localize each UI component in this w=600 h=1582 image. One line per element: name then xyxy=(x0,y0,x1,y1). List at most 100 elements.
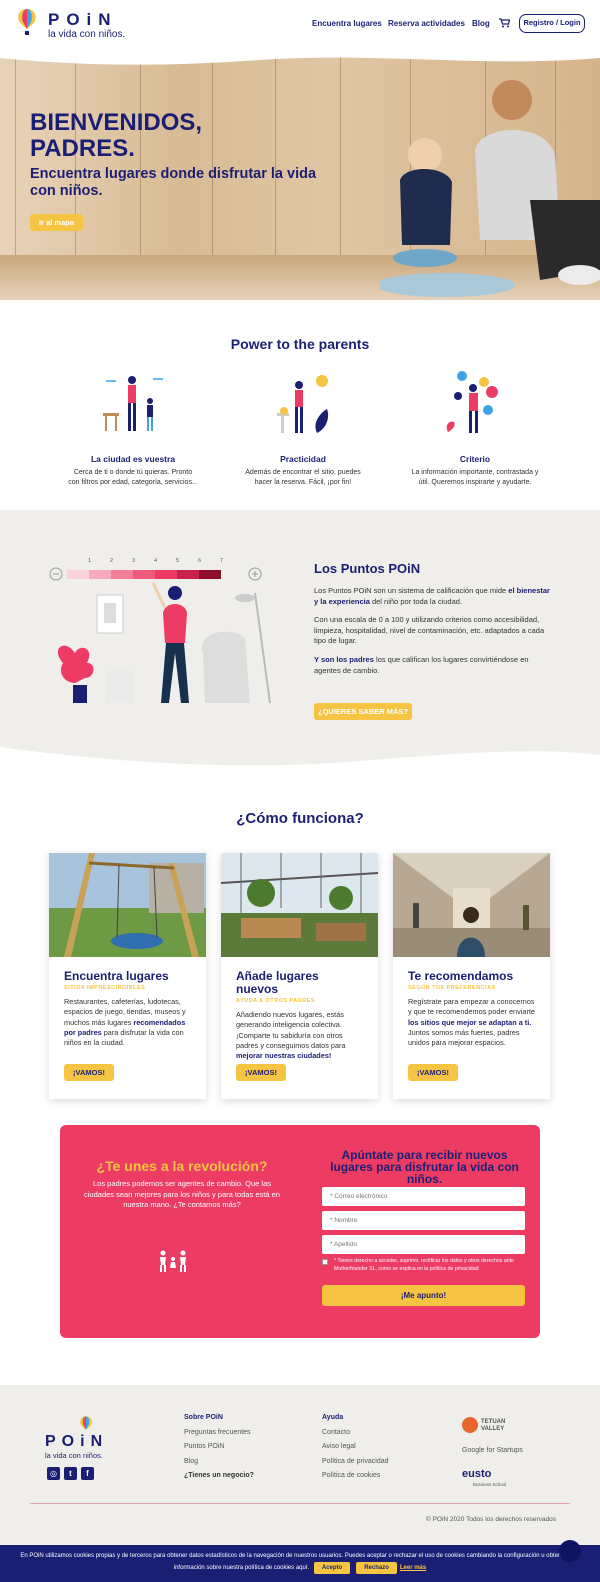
card-add-places-sub: AYUDA A OTROS PADRES xyxy=(236,998,316,1004)
feature-practical-title: Practicidad xyxy=(280,454,326,464)
footer-link-legal[interactable]: Aviso legal xyxy=(322,1443,356,1450)
puntos-title: Los Puntos POiN xyxy=(314,561,421,576)
cookie-banner: En POiN utilizamos cookies propias y de … xyxy=(0,1545,600,1582)
logo[interactable]: POiN la vida con niños. xyxy=(15,8,125,41)
map-button[interactable]: Ir al mapa xyxy=(30,214,83,231)
card-recommend-sub: SEGÚN TUS PREFERENCIAS xyxy=(408,985,496,991)
feature-criteria-text: La información importante, contrastada y… xyxy=(411,469,539,486)
partner-google: Google for Startups xyxy=(462,1447,523,1454)
puntos-bottom-wave xyxy=(0,747,600,780)
privacy-legal-text: * Tienes derecho a acceder, suprimir, re… xyxy=(334,1258,514,1272)
card-find-places: Encuentra lugares SITIOS IMPRESCINDIBLES… xyxy=(49,853,206,1099)
card-add-places-title: Añade lugares nuevos xyxy=(236,969,319,996)
puntos-paragraph-3: Y son los padres los que califican los l… xyxy=(314,655,529,675)
card-find-places-button[interactable]: ¡VAMOS! xyxy=(64,1064,114,1081)
footer-link-puntos[interactable]: Puntos POiN xyxy=(184,1443,224,1450)
balloon-icon xyxy=(80,1416,92,1430)
brand-name: POiN xyxy=(48,10,118,29)
newsletter-section: ¿Te unes a la revolución? Los padres pod… xyxy=(60,1125,540,1338)
balloon-icon xyxy=(18,9,36,35)
tetuan-valley-logo-icon xyxy=(462,1417,478,1433)
nav-find-places[interactable]: Encuentra lugares xyxy=(312,19,382,28)
site-header: POiN la vida con niños. Encuentra lugare… xyxy=(0,0,600,48)
puntos-illustration xyxy=(49,567,271,704)
subscribe-button[interactable]: ¡Me apunto! xyxy=(322,1285,525,1306)
instagram-icon[interactable]: ◎ xyxy=(47,1467,60,1480)
feature-practical-text: Además de encontrar el sitio, puedes hac… xyxy=(245,469,361,486)
feature-criteria: Criterio La información importante, cont… xyxy=(410,454,540,487)
scale-label: 1 xyxy=(88,558,92,564)
puntos-paragraph-1: Los Puntos POiN son un sistema de califi… xyxy=(314,586,550,606)
know-more-button[interactable]: ¿QUIERES SABER MÁS? xyxy=(314,703,412,720)
hero-subtitle: Encuentra lugares donde disfrutar la vid… xyxy=(30,166,317,199)
partner-tetuan: TETUAN VALLEY xyxy=(481,1419,506,1432)
scale-label: 7 xyxy=(220,558,224,564)
card-add-places: Añade lugares nuevos AYUDA A OTROS PADRE… xyxy=(220,853,379,1099)
card-add-places-button[interactable]: ¡VAMOS! xyxy=(236,1064,286,1081)
cart-icon[interactable] xyxy=(499,18,510,28)
copyright: © POiN 2020 Todos los derechos reservado… xyxy=(426,1516,557,1523)
feature-city-text: Cerca de ti o donde tú quieras. Pronto c… xyxy=(68,469,198,486)
card-add-places-text: Añadiendo nuevos lugares, estás generand… xyxy=(236,1010,346,1061)
feature-city-title: La ciudad es vuestra xyxy=(90,454,176,464)
scale-label: 4 xyxy=(154,558,158,564)
chat-bubble-icon[interactable] xyxy=(559,1540,581,1562)
power-title: Power to the parents xyxy=(230,336,370,352)
footer-link-contact[interactable]: Contacto xyxy=(322,1429,350,1436)
nav-blog[interactable]: Blog xyxy=(472,19,490,28)
nav-book-activities[interactable]: Reserva actividades xyxy=(388,19,465,28)
terrace-photo xyxy=(220,853,379,957)
city-illustration xyxy=(103,376,163,431)
scale-label: 3 xyxy=(132,558,136,564)
cookie-text-block: En POiN utilizamos cookies propias y de … xyxy=(6,1551,594,1574)
scale-label: 6 xyxy=(198,558,202,564)
email-field[interactable] xyxy=(322,1187,525,1206)
card-find-places-sub: SITIOS IMPRESCINDIBLES xyxy=(64,985,146,991)
puntos-paragraph-2: Con una escala de 0 a 100 y utilizando c… xyxy=(314,615,545,645)
footer-brand-tagline: la vida con niños. xyxy=(45,1451,103,1460)
newsletter-title: Apúntate para recibir nuevos lugares par… xyxy=(330,1148,519,1186)
card-recommend-button[interactable]: ¡VAMOS! xyxy=(408,1064,458,1081)
hero-section: BIENVENIDOS, PADRES. Encuentra lugares d… xyxy=(0,30,600,300)
feature-practical: Practicidad Además de encontrar el sitio… xyxy=(238,454,368,487)
scale-label: 2 xyxy=(110,558,114,564)
footer-link-privacy[interactable]: Política de privacidad xyxy=(322,1458,389,1465)
partner-deusto: eusto xyxy=(462,1468,492,1480)
footer-link-business[interactable]: ¿Tienes un negocio? xyxy=(184,1472,254,1479)
footer-about-title: Sobre POiN xyxy=(184,1414,223,1421)
twitter-icon[interactable]: t xyxy=(64,1467,77,1480)
footer-help-title: Ayuda xyxy=(322,1414,344,1421)
partner-deusto-sub: Business School xyxy=(473,1482,507,1487)
card-find-places-title: Encuentra lugares xyxy=(64,969,169,983)
login-button[interactable]: Registro / Login xyxy=(519,14,585,33)
footer-brand-name: POiN xyxy=(45,1433,109,1450)
how-title: ¿Cómo funciona? xyxy=(236,810,364,827)
feature-city: La ciudad es vuestra Cerca de ti o donde… xyxy=(68,454,198,487)
brand-tagline: la vida con niños. xyxy=(48,29,126,40)
footer-link-cookies[interactable]: Política de cookies xyxy=(322,1472,380,1479)
footer-link-faq[interactable]: Preguntas frecuentes xyxy=(184,1429,251,1436)
scale-label: 5 xyxy=(176,558,180,564)
family-icon xyxy=(160,1250,186,1272)
playground-photo xyxy=(49,853,206,957)
cookie-text: En POiN utilizamos cookies propias y de … xyxy=(20,1553,580,1571)
hero-family-photo xyxy=(380,80,600,297)
cookie-accept-button[interactable]: Acepto xyxy=(313,1562,351,1574)
surname-field[interactable] xyxy=(322,1235,525,1254)
gallery-photo xyxy=(393,853,550,957)
name-field[interactable] xyxy=(322,1211,525,1230)
footer-divider xyxy=(30,1503,570,1504)
revolution-text: Los padres podemos ser agentes de cambio… xyxy=(84,1179,280,1209)
hero-title: BIENVENIDOS, PADRES. xyxy=(30,109,203,162)
revolution-title: ¿Te unes a la revolución? xyxy=(96,1158,268,1174)
footer-link-blog[interactable]: Blog xyxy=(184,1458,198,1465)
cookie-more-link[interactable]: Leer más xyxy=(400,1565,426,1571)
card-recommend-text: Regístrate para empezar a conocernos y q… xyxy=(408,997,535,1048)
facebook-icon[interactable]: f xyxy=(81,1467,94,1480)
privacy-checkbox[interactable] xyxy=(322,1259,328,1265)
puntos-scale: 1 2 3 4 5 6 7 xyxy=(45,558,275,566)
card-recommend-title: Te recomendamos xyxy=(408,969,514,983)
cookie-reject-button[interactable]: Rechazo xyxy=(356,1562,397,1574)
criteria-illustration xyxy=(446,371,498,433)
card-find-places-text: Restaurantes, cafeterías, ludotecas, esp… xyxy=(64,997,186,1048)
